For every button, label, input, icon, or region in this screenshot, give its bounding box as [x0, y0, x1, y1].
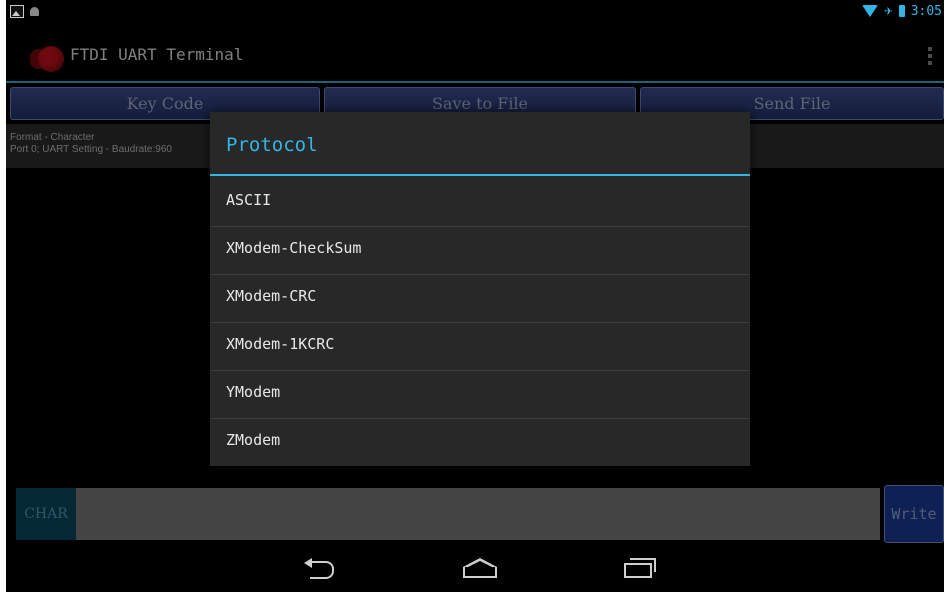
status-right: ✈ 3:05: [862, 3, 942, 19]
battery-icon: [898, 5, 905, 17]
protocol-option-label: ZModem: [226, 431, 281, 449]
protocol-option-label: XModem-1KCRC: [226, 335, 335, 353]
home-icon[interactable]: [463, 558, 497, 578]
gallery-icon: [10, 5, 24, 18]
protocol-option-ymodem[interactable]: YModem: [210, 370, 750, 419]
protocol-option-label: YModem: [226, 383, 281, 401]
android-icon: [30, 7, 39, 16]
status-time: 3:05: [910, 3, 942, 19]
protocol-dialog: Protocol ASCII XModem-CheckSum XModem-CR…: [210, 112, 750, 466]
protocol-option-label: XModem-CRC: [226, 287, 317, 305]
dialog-divider: [210, 174, 750, 176]
protocol-option-ascii[interactable]: ASCII: [210, 178, 750, 227]
recent-apps-icon[interactable]: [624, 558, 656, 578]
device-screen: ✈ 3:05 FTDI UART Terminal Key Code Save …: [6, 0, 944, 592]
protocol-option-zmodem[interactable]: ZModem: [210, 418, 750, 466]
wifi-icon: [862, 5, 879, 17]
back-icon[interactable]: [304, 558, 334, 579]
navigation-bar: [6, 544, 944, 592]
protocol-option-label: XModem-CheckSum: [226, 239, 362, 257]
status-bar: ✈ 3:05: [6, 0, 944, 24]
dialog-title: Protocol: [226, 134, 318, 156]
protocol-option-xmodem-crc[interactable]: XModem-CRC: [210, 274, 750, 323]
status-left: [10, 5, 39, 18]
airplane-icon: ✈: [884, 3, 893, 19]
protocol-option-xmodem-1kcrc[interactable]: XModem-1KCRC: [210, 322, 750, 371]
protocol-option-label: ASCII: [226, 191, 272, 209]
protocol-option-xmodem-checksum[interactable]: XModem-CheckSum: [210, 226, 750, 275]
